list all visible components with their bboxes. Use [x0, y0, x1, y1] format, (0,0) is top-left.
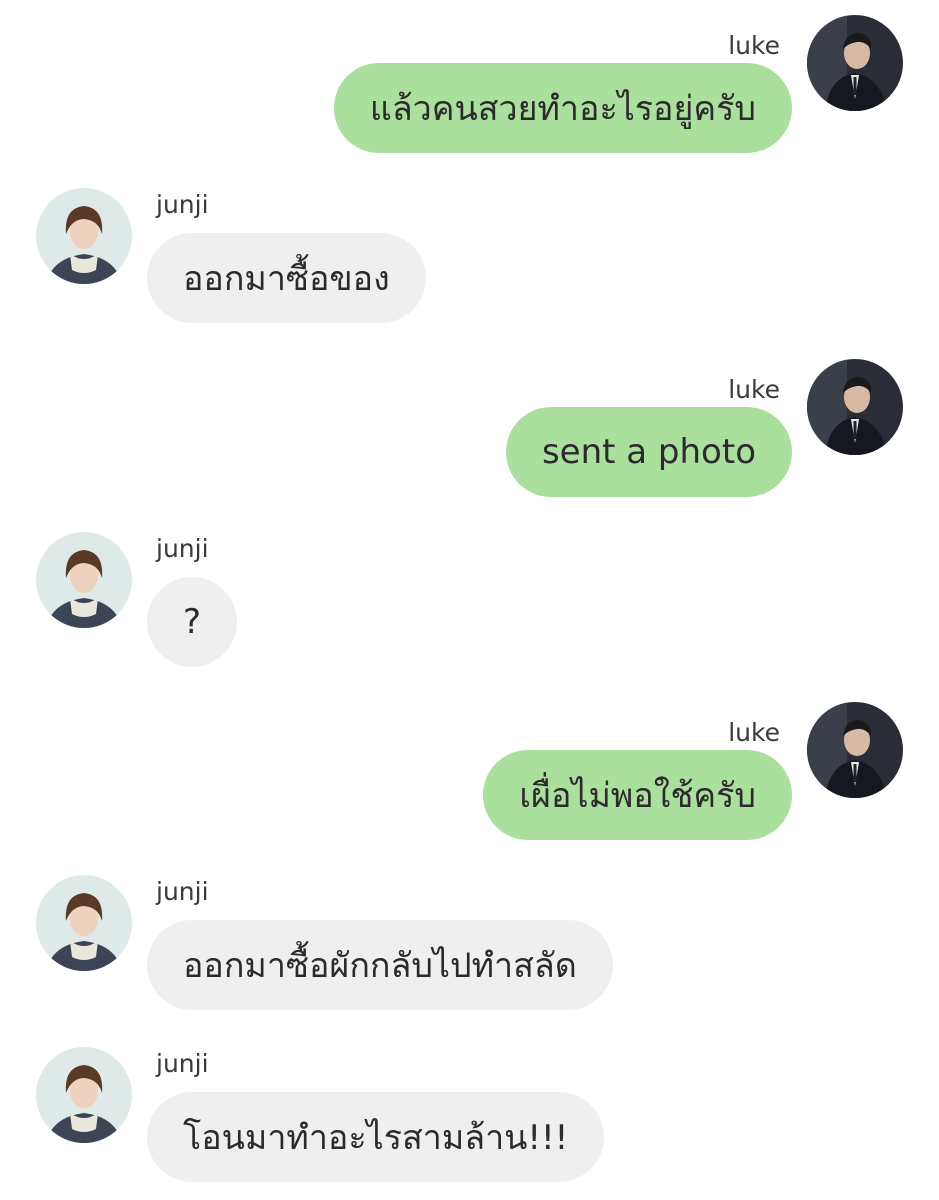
avatar-image	[36, 875, 132, 971]
message-row: junji ออกมาซื้อผักกลับไปทำสลัด	[0, 875, 939, 1015]
message-row: luke sent a photo	[0, 359, 939, 499]
message-text: เผื่อไม่พอใช้ครับ	[519, 776, 756, 816]
sender-name: luke	[728, 718, 780, 747]
avatar-image	[807, 15, 903, 111]
message-text: โอนมาทำอะไรสามล้าน!!!	[183, 1118, 569, 1158]
message-bubble[interactable]: sent a photo	[505, 407, 792, 497]
sender-name: luke	[728, 31, 780, 60]
message-row: junji โอนมาทำอะไรสามล้าน!!!	[0, 1047, 939, 1187]
message-bubble[interactable]: ออกมาซื้อของ	[147, 233, 426, 323]
avatar-junji[interactable]	[36, 1047, 132, 1143]
message-text: ?	[183, 602, 202, 642]
avatar-junji[interactable]	[36, 188, 132, 284]
message-text: ออกมาซื้อผักกลับไปทำสลัด	[183, 946, 577, 986]
message-bubble[interactable]: ?	[147, 577, 238, 667]
message-text: sent a photo	[541, 432, 756, 472]
message-text: ออกมาซื้อของ	[183, 259, 390, 299]
avatar-image	[807, 702, 903, 798]
message-row: luke แล้วคนสวยทำอะไรอยู่ครับ	[0, 15, 939, 155]
avatar-image	[36, 532, 132, 628]
message-bubble[interactable]: แล้วคนสวยทำอะไรอยู่ครับ	[333, 63, 792, 153]
message-row: junji ออกมาซื้อของ	[0, 188, 939, 328]
avatar-junji[interactable]	[36, 875, 132, 971]
sender-name: junji	[156, 190, 209, 219]
avatar-image	[36, 188, 132, 284]
message-bubble[interactable]: ออกมาซื้อผักกลับไปทำสลัด	[147, 920, 613, 1010]
avatar-image	[807, 359, 903, 455]
avatar-luke[interactable]	[807, 702, 903, 798]
avatar-junji[interactable]	[36, 532, 132, 628]
sender-name: junji	[156, 877, 209, 906]
sender-name: junji	[156, 534, 209, 563]
message-bubble[interactable]: โอนมาทำอะไรสามล้าน!!!	[147, 1092, 605, 1182]
avatar-luke[interactable]	[807, 359, 903, 455]
sender-name: junji	[156, 1049, 209, 1078]
sender-name: luke	[728, 375, 780, 404]
message-bubble[interactable]: เผื่อไม่พอใช้ครับ	[483, 750, 792, 840]
message-text: แล้วคนสวยทำอะไรอยู่ครับ	[369, 89, 756, 129]
message-row: luke เผื่อไม่พอใช้ครับ	[0, 702, 939, 842]
message-row: junji ?	[0, 532, 939, 672]
avatar-luke[interactable]	[807, 15, 903, 111]
avatar-image	[36, 1047, 132, 1143]
